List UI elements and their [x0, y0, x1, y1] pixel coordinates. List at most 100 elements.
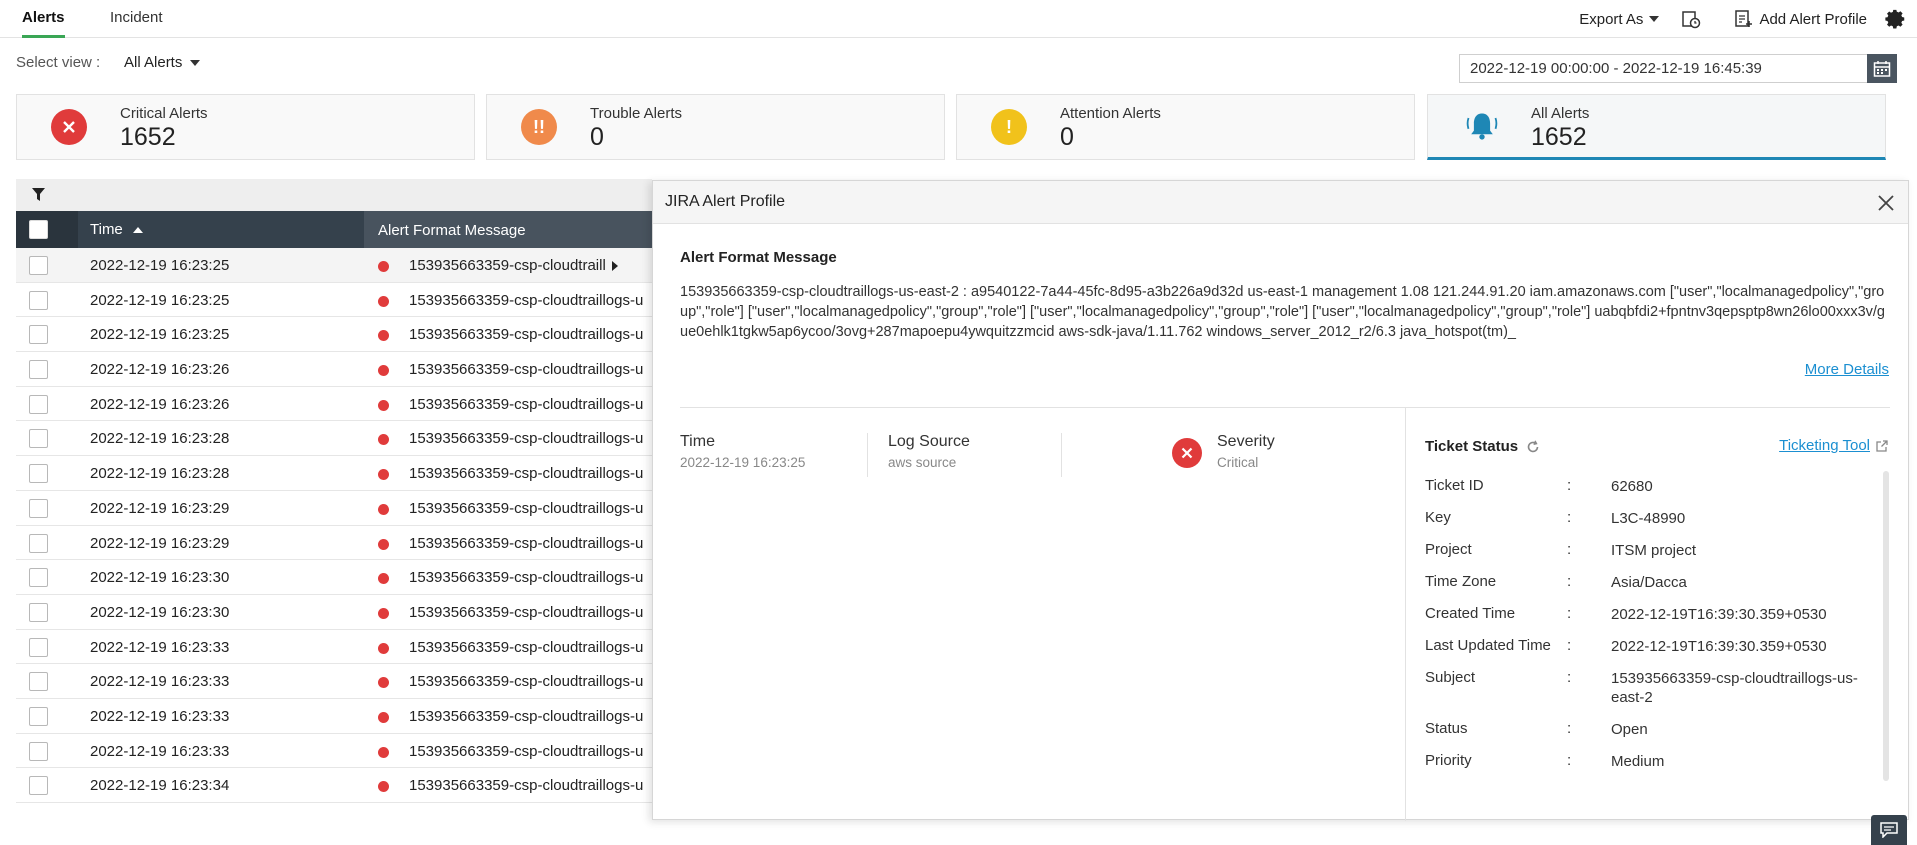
row-checkbox[interactable] [29, 706, 48, 726]
row-checkbox[interactable] [29, 741, 48, 761]
more-details-link[interactable]: More Details [1805, 361, 1889, 378]
table-row[interactable]: 2022-12-19 16:23:29 153935663359-csp-clou… [16, 526, 652, 561]
table-row[interactable]: 2022-12-19 16:23:30 153935663359-csp-clou… [16, 595, 652, 630]
row-checkbox[interactable] [29, 360, 48, 380]
ticket-field-value: ITSM project [1611, 542, 1697, 559]
row-checkbox[interactable] [29, 256, 48, 275]
row-time: 2022-12-19 16:23:29 [90, 499, 230, 517]
bell-icon [1464, 109, 1500, 145]
row-checkbox[interactable] [29, 394, 48, 414]
table-row[interactable]: 2022-12-19 16:23:28 153935663359-csp-clou… [16, 456, 652, 491]
select-all-checkbox[interactable] [29, 220, 48, 239]
critical-status-dot [378, 677, 389, 689]
export-as-button[interactable]: Export As [1579, 11, 1660, 28]
divider [1405, 408, 1406, 821]
table-row[interactable]: 2022-12-19 16:23:33 153935663359-csp-clou… [16, 699, 652, 734]
column-header-message[interactable]: Alert Format Message [378, 222, 526, 239]
row-message: 153935663359-csp-cloudtraillogs-u [409, 707, 644, 725]
filter-icon[interactable] [32, 188, 45, 202]
critical-status-dot [378, 399, 389, 411]
row-message: 153935663359-csp-cloudtraillogs-u [409, 777, 644, 795]
chat-button[interactable] [1871, 815, 1907, 845]
row-checkbox[interactable] [29, 325, 48, 345]
gear-icon[interactable] [1885, 8, 1907, 30]
schedule-report-icon[interactable] [1681, 9, 1701, 29]
expand-arrow-icon[interactable] [612, 261, 618, 271]
view-dropdown[interactable]: All Alerts [124, 54, 201, 71]
colon-separator: : [1567, 752, 1572, 769]
table-row[interactable]: 2022-12-19 16:23:26 153935663359-csp-clou… [16, 352, 652, 387]
chevron-down-icon [190, 59, 201, 66]
time-meta: Time 2022-12-19 16:23:25 [680, 433, 805, 470]
row-time: 2022-12-19 16:23:33 [90, 638, 230, 656]
row-message: 153935663359-csp-cloudtraill [409, 257, 606, 274]
row-checkbox[interactable] [29, 429, 48, 449]
colon-separator: : [1567, 573, 1572, 590]
row-checkbox[interactable] [29, 498, 48, 518]
row-time: 2022-12-19 16:23:30 [90, 569, 230, 587]
tab-alerts[interactable]: Alerts [22, 0, 65, 38]
table-row[interactable]: 2022-12-19 16:23:28 153935663359-csp-clou… [16, 421, 652, 457]
row-checkbox[interactable] [29, 290, 48, 310]
table-row[interactable]: 2022-12-19 16:23:25 153935663359-csp-clou… [16, 283, 652, 318]
log-source-label: Log Source [888, 433, 970, 450]
row-checkbox[interactable] [29, 602, 48, 622]
ticket-detail-row: Key: L3C-48990 [1425, 503, 1885, 535]
ticket-detail-row: Priority: Medium [1425, 746, 1885, 778]
ticket-field-value: 62680 [1611, 478, 1653, 495]
refresh-icon[interactable] [1526, 439, 1540, 454]
row-checkbox[interactable] [29, 464, 48, 484]
ticket-detail-row: Time Zone: Asia/Dacca [1425, 567, 1885, 599]
attention-alerts-card[interactable]: ! Attention Alerts 0 [956, 94, 1415, 160]
table-row[interactable]: 2022-12-19 16:23:26 153935663359-csp-clou… [16, 387, 652, 422]
critical-alerts-card[interactable]: Critical Alerts 1652 [16, 94, 475, 160]
row-checkbox[interactable] [29, 672, 48, 692]
row-time: 2022-12-19 16:23:30 [90, 603, 230, 621]
ticket-details-list: Ticket ID: 62680 Key: L3C-48990 Project: ITSM… [1425, 471, 1885, 778]
row-checkbox[interactable] [29, 533, 48, 553]
ticket-scrollbar[interactable] [1883, 471, 1889, 781]
ticket-detail-row: Subject: 153935663359-csp-cloudtraillogs-… [1425, 663, 1885, 714]
severity-critical-icon [1172, 438, 1202, 468]
table-row[interactable]: 2022-12-19 16:23:29 153935663359-csp-clou… [16, 491, 652, 526]
time-value: 2022-12-19 16:23:25 [680, 455, 806, 470]
table-row[interactable]: 2022-12-19 16:23:33 153935663359-csp-clou… [16, 664, 652, 699]
ticketing-tool-link[interactable]: Ticketing Tool [1779, 437, 1888, 454]
severity-value: Critical [1217, 455, 1259, 470]
column-header-time[interactable]: Time [90, 221, 143, 238]
header-checkbox-cell [16, 211, 78, 248]
all-alerts-card[interactable]: All Alerts 1652 [1427, 94, 1886, 160]
table-row[interactable]: 2022-12-19 16:23:30 153935663359-csp-clou… [16, 560, 652, 595]
table-row[interactable]: 2022-12-19 16:23:25 153935663359-csp-clou… [16, 248, 652, 283]
log-source-value: aws source [888, 455, 957, 470]
view-selected-value: All Alerts [124, 54, 183, 71]
sort-ascending-icon [132, 227, 143, 233]
tab-incident[interactable]: Incident [110, 0, 163, 38]
row-checkbox[interactable] [29, 776, 48, 796]
chat-icon [1880, 822, 1898, 838]
close-icon[interactable] [1876, 193, 1896, 213]
add-profile-icon [1735, 10, 1753, 27]
table-row[interactable]: 2022-12-19 16:23:33 153935663359-csp-clou… [16, 630, 652, 665]
row-time: 2022-12-19 16:23:28 [90, 465, 230, 483]
row-time: 2022-12-19 16:23:33 [90, 673, 230, 691]
row-checkbox[interactable] [29, 568, 48, 588]
filter-bar [16, 179, 652, 211]
row-time: 2022-12-19 16:23:25 [90, 291, 230, 309]
table-row[interactable]: 2022-12-19 16:23:33 153935663359-csp-clou… [16, 734, 652, 769]
add-alert-profile-button[interactable]: Add Alert Profile [1733, 9, 1867, 29]
trouble-alerts-card[interactable]: !! Trouble Alerts 0 [486, 94, 945, 160]
ticket-status-heading: Ticket Status [1425, 438, 1540, 455]
row-message: 153935663359-csp-cloudtraillogs-u [409, 291, 644, 309]
row-message: 153935663359-csp-cloudtraillogs-u [409, 673, 644, 691]
calendar-button[interactable] [1867, 54, 1897, 83]
date-range-field[interactable]: 2022-12-19 00:00:00 - 2022-12-19 16:45:3… [1459, 54, 1897, 83]
critical-status-dot [378, 261, 389, 272]
row-message: 153935663359-csp-cloudtraillogs-u [409, 569, 644, 587]
table-row[interactable]: 2022-12-19 16:23:34 153935663359-csp-clou… [16, 768, 652, 803]
card-count: 0 [1060, 123, 1074, 151]
row-time: 2022-12-19 16:23:25 [90, 326, 230, 344]
critical-status-dot [378, 642, 389, 654]
row-checkbox[interactable] [29, 637, 48, 657]
table-row[interactable]: 2022-12-19 16:23:25 153935663359-csp-clou… [16, 317, 652, 353]
